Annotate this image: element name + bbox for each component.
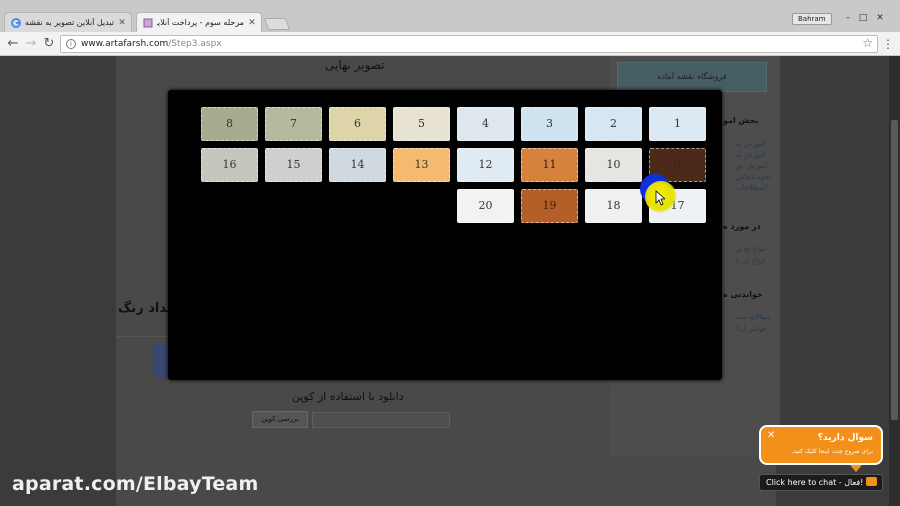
color-swatch[interactable]: 4	[457, 107, 514, 141]
minimize-button[interactable]: –	[842, 13, 854, 24]
back-arrow-icon[interactable]: ←	[4, 35, 22, 53]
close-icon[interactable]: ✕	[767, 430, 775, 441]
sidebar-section-heading: در مورد ه	[723, 222, 761, 231]
color-swatch[interactable]: 10	[585, 148, 642, 182]
sidebar-link[interactable]: آموزش نق	[736, 162, 767, 170]
sidebar-link[interactable]: نحوه محاس	[736, 173, 771, 181]
color-swatch[interactable]: 20	[457, 189, 514, 223]
coupon-heading: دانلود با استفاده از کوپن	[292, 390, 404, 403]
tab-step3[interactable]: مرحله سوم - پرداخت آنلاین ✕	[136, 12, 262, 32]
color-swatch[interactable]: 16	[201, 148, 258, 182]
chat-button[interactable]: Click here to chat - فعال!	[759, 474, 883, 491]
chat-icon	[866, 477, 877, 486]
profile-button[interactable]: Bahram	[792, 13, 832, 25]
browser-toolbar: ← → ↻ i www.artafarsh.com/Step3.aspx ☆ ⋮	[0, 32, 900, 56]
sidebar-link[interactable]: آموزش نه	[736, 140, 765, 148]
tab-converter[interactable]: تبدیل آنلاین تصویر به نقشه تابلو ✕	[4, 12, 132, 32]
browser-titlebar: تبدیل آنلاین تصویر به نقشه تابلو ✕ مرحله…	[0, 0, 900, 32]
sidebar-link[interactable]: اصطلاحات	[736, 184, 767, 192]
sidebar-section-heading: خواندنی ه	[723, 290, 763, 299]
color-swatch[interactable]: 13	[393, 148, 450, 182]
color-swatch[interactable]: 18	[585, 189, 642, 223]
sidebar-link[interactable]: انواع نخ بر	[736, 245, 766, 253]
color-swatch[interactable]: 14	[329, 148, 386, 182]
color-swatch[interactable]: 3	[521, 107, 578, 141]
chat-subtext: برای شروع چت، اینجا کلیک کنید.	[791, 448, 873, 455]
color-swatch[interactable]: 2	[585, 107, 642, 141]
google-icon	[11, 17, 21, 28]
url-text: www.artafarsh.com/Step3.aspx	[81, 39, 222, 49]
sidebar-link[interactable]: سوالات مت	[736, 313, 771, 321]
sidebar-link[interactable]: آموزش نه	[736, 151, 765, 159]
site-icon	[143, 18, 153, 27]
url-path: /Step3.aspx	[168, 39, 222, 49]
chat-prompt[interactable]: ✕ سوال دارید؟ برای شروع چت، اینجا کلیک ک…	[759, 425, 883, 465]
close-icon[interactable]: ✕	[246, 18, 258, 28]
url-host: www.artafarsh.com	[81, 39, 169, 49]
color-swatch[interactable]: 11	[521, 148, 578, 182]
close-icon[interactable]: ✕	[116, 18, 128, 28]
maximize-button[interactable]: □	[857, 13, 869, 24]
bookmark-star-icon[interactable]: ☆	[862, 36, 873, 50]
sidebar-link[interactable]: قوانین ارتا	[736, 325, 766, 333]
color-swatch[interactable]: 1	[649, 107, 706, 141]
chat-button-label: Click here to chat - فعال!	[766, 478, 864, 487]
coupon-input[interactable]	[312, 412, 450, 428]
color-swatch[interactable]: 7	[265, 107, 322, 141]
color-swatch[interactable]: 5	[393, 107, 450, 141]
chat-bubble-tail	[850, 465, 862, 472]
chat-question: سوال دارید؟	[817, 433, 873, 443]
new-tab-button[interactable]	[263, 18, 291, 30]
color-swatch[interactable]: 15	[265, 148, 322, 182]
page-title: تصویر نهایی	[325, 58, 385, 72]
color-swatch[interactable]: 19	[521, 189, 578, 223]
mouse-cursor-icon	[655, 190, 665, 206]
color-swatch[interactable]: 6	[329, 107, 386, 141]
color-swatch[interactable]: 8	[201, 107, 258, 141]
address-bar[interactable]: i www.artafarsh.com/Step3.aspx ☆	[60, 35, 878, 53]
scrollbar-thumb[interactable]	[891, 120, 898, 420]
forward-arrow-icon[interactable]: →	[22, 35, 40, 53]
window-close-button[interactable]: ✕	[874, 13, 886, 24]
reload-icon[interactable]: ↻	[40, 35, 58, 53]
sidebar-link[interactable]: انواع بار تا	[736, 257, 766, 265]
check-coupon-button[interactable]: بررسی کوپن	[252, 411, 308, 428]
tab-title: مرحله سوم - پرداخت آنلاین	[157, 18, 244, 27]
sidebar-shop-link[interactable]: فروشگاه نقشه آماده	[617, 62, 767, 92]
tab-title: تبدیل آنلاین تصویر به نقشه تابلو	[25, 18, 114, 27]
sidebar-section-heading: بخش امو	[723, 116, 759, 125]
info-icon[interactable]: i	[66, 39, 76, 49]
color-swatch[interactable]: 12	[457, 148, 514, 182]
menu-icon[interactable]: ⋮	[882, 36, 894, 52]
watermark: aparat.com/ElbayTeam	[12, 473, 259, 495]
screen: تبدیل آنلاین تصویر به نقشه تابلو ✕ مرحله…	[0, 0, 900, 506]
